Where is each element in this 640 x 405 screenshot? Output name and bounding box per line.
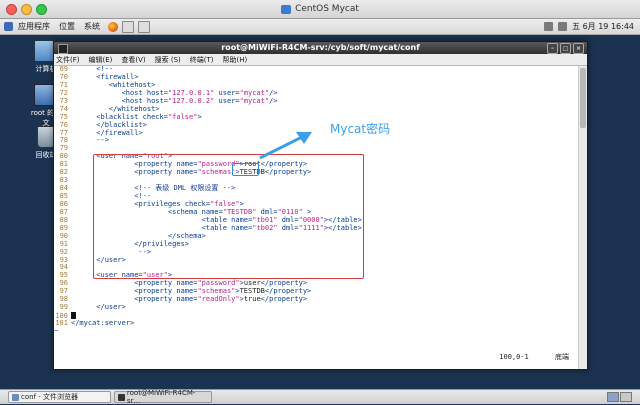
menu-edit[interactable]: 编辑(E) <box>89 55 113 65</box>
code-token: <property <box>71 287 177 296</box>
code-token: --> <box>71 136 109 145</box>
code-line: 101 </mycat:server> <box>54 319 578 328</box>
code-token: name= <box>176 279 198 288</box>
terminal-minimize-button[interactable]: – <box>547 43 558 54</box>
text-cursor <box>71 312 76 320</box>
menu-help[interactable]: 帮助(H) <box>223 55 248 65</box>
folder-icon <box>12 393 19 401</box>
annotation-password-box <box>232 163 259 176</box>
code-token: </user> <box>71 303 126 312</box>
code-token: <property <box>71 295 177 304</box>
code-token: </property> <box>260 279 308 288</box>
code-token: "schemas" <box>197 287 236 296</box>
menu-system[interactable]: 系统 <box>84 21 100 32</box>
gnome-top-panel: 应用程序 位置 系统 五 6月 19 16:44 <box>0 19 640 35</box>
volume-tray-icon[interactable] <box>558 22 568 31</box>
taskbar-terminal[interactable]: root@MiWiFi-R4CM-sr… <box>114 389 212 405</box>
zoom-window-button[interactable] <box>36 4 47 15</box>
code-token: </blacklist> <box>71 120 147 129</box>
cursor-position: 100,0-1 <box>499 353 529 361</box>
line-number: 99 <box>59 303 68 312</box>
terminal-menubar: 文件(F) 编辑(E) 查看(V) 搜索 (S) 终端(T) 帮助(H) <box>54 54 587 66</box>
code-token: /> <box>269 96 278 105</box>
code-token: check= <box>142 112 168 121</box>
code-token: "password" <box>197 279 240 288</box>
mail-launcher-icon[interactable] <box>122 20 134 33</box>
code-token: > <box>197 112 202 121</box>
code-line: 98 <property name="readOnly">true</prope… <box>54 295 578 304</box>
empty-buffer-line: ~ <box>54 326 59 335</box>
terminal-icon <box>58 44 68 54</box>
annotation-arrow <box>259 132 312 160</box>
code-line: 77 </firewall> <box>54 128 578 138</box>
menu-view[interactable]: 查看(V) <box>121 55 145 65</box>
code-token: user <box>243 279 261 288</box>
code-token: host= <box>146 96 168 105</box>
menu-applications[interactable]: 应用程序 <box>18 21 50 32</box>
code-token: </mycat:server> <box>71 319 135 327</box>
minimize-window-button[interactable] <box>21 4 32 15</box>
code-token: "mycat" <box>239 88 270 97</box>
vim-status: 100,0-1 底端 <box>477 352 569 362</box>
code-token: "127.0.0.1" <box>167 88 215 97</box>
menu-file[interactable]: 文件(F) <box>56 55 80 65</box>
vm-window-title: CentOS Mycat <box>295 4 359 14</box>
code-token: "127.0.0.2" <box>167 96 215 105</box>
annotation-label: Mycat密码 <box>330 122 391 136</box>
code-token: <property <box>71 279 177 288</box>
code-token: <whitehost> <box>71 80 156 89</box>
code-token: </property> <box>264 287 312 296</box>
network-tray-icon[interactable] <box>544 22 554 31</box>
code-token: "mycat" <box>239 96 270 105</box>
code-token: "readOnly" <box>197 295 240 304</box>
code-token: name= <box>176 287 198 296</box>
firefox-launcher-icon[interactable] <box>108 21 118 32</box>
scrollbar-thumb[interactable] <box>580 68 586 128</box>
applications-icon <box>4 22 13 31</box>
code-token: <!-- <box>71 66 114 73</box>
terminal-title: root@MiWiFi-R4CM-srv:/cyb/soft/mycat/con… <box>221 43 420 52</box>
terminal-scrollbar[interactable] <box>578 66 587 369</box>
code-token: <host <box>71 96 147 105</box>
vm-window-titlebar: CentOS Mycat <box>0 0 640 19</box>
code-line: 99 </user> <box>54 303 578 312</box>
code-token: <host <box>71 88 147 97</box>
workspace-pager[interactable] <box>607 392 632 402</box>
code-token: user= <box>214 88 240 97</box>
scroll-position: 底端 <box>555 353 569 361</box>
task-label: conf - 文件浏览器 <box>21 393 79 401</box>
code-token: <firewall> <box>71 72 139 81</box>
code-token: </property> <box>260 295 308 304</box>
terminal-maximize-button[interactable]: □ <box>560 43 571 54</box>
code-token: </whitehost> <box>71 104 160 113</box>
taskbar-file-browser[interactable]: conf - 文件浏览器 <box>8 391 111 403</box>
bottom-taskbar: conf - 文件浏览器 root@MiWiFi-R4CM-sr… <box>0 389 640 405</box>
menu-places[interactable]: 位置 <box>59 21 75 32</box>
code-token: <blacklist <box>71 112 143 121</box>
terminal-launcher-icon[interactable] <box>138 20 150 33</box>
code-token: user= <box>214 96 240 105</box>
workspace-2[interactable] <box>620 392 632 402</box>
terminal-icon <box>118 393 125 401</box>
terminal-close-button[interactable]: × <box>573 43 584 54</box>
code-token: /> <box>269 88 278 97</box>
code-line: 78 --> <box>54 136 578 145</box>
code-token: </firewall> <box>71 128 143 137</box>
workspace-1[interactable] <box>607 392 619 402</box>
code-token: true <box>243 295 261 304</box>
code-token: TESTDB <box>239 287 265 296</box>
window-controls <box>6 4 47 15</box>
menu-search[interactable]: 搜索 (S) <box>155 55 181 65</box>
close-window-button[interactable] <box>6 4 17 15</box>
panel-clock[interactable]: 五 6月 19 16:44 <box>572 21 634 32</box>
code-token: "false" <box>167 112 198 121</box>
code-token: host= <box>146 88 168 97</box>
code-token: name= <box>176 295 198 304</box>
annotation-red-box <box>93 154 364 279</box>
terminal-titlebar: root@MiWiFi-R4CM-srv:/cyb/soft/mycat/con… <box>54 42 587 54</box>
vm-icon <box>281 4 292 14</box>
menu-terminal[interactable]: 终端(T) <box>190 55 214 65</box>
